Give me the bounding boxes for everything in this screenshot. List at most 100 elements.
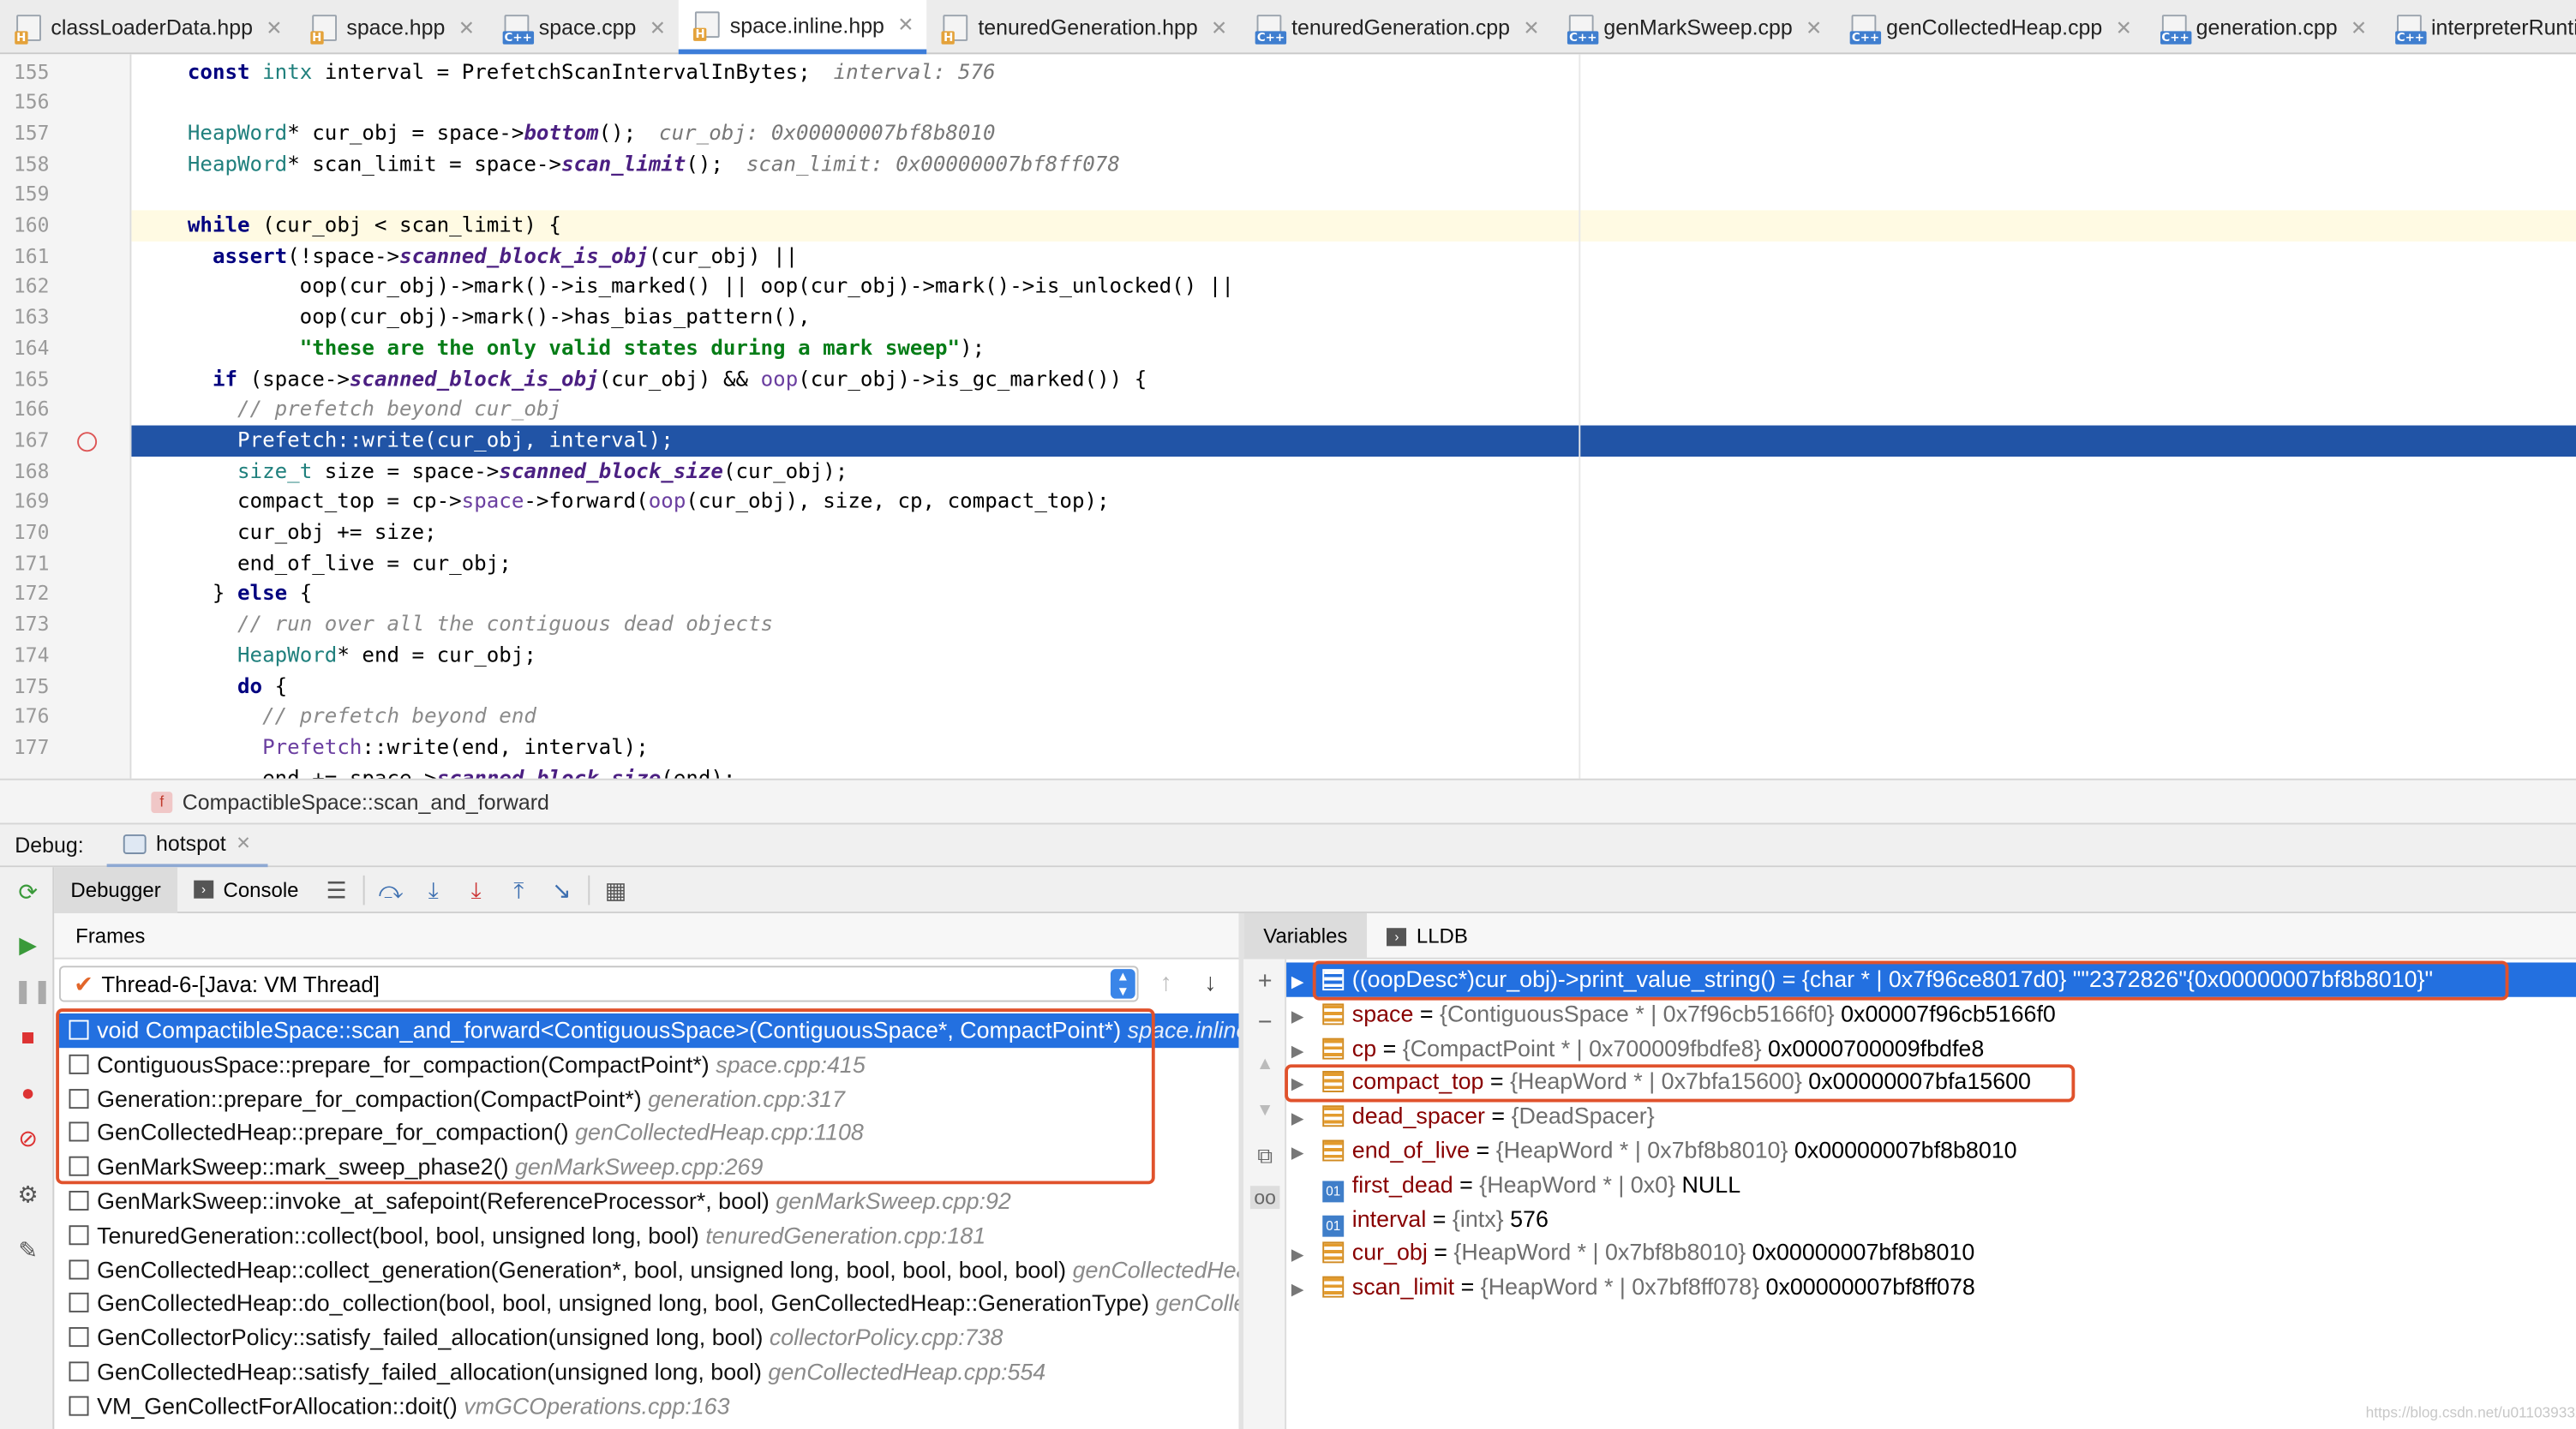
pause-icon[interactable]: ❚❚: [13, 976, 51, 1006]
thread-selector[interactable]: ✔ Thread-6-[Java: VM Thread] ▲ ▼: [59, 966, 1139, 1002]
code-line[interactable]: if (space->scanned_block_is_obj(cur_obj)…: [131, 364, 2576, 395]
breadcrumb-function[interactable]: CompactibleSpace::scan_and_forward: [183, 789, 549, 814]
variable-row[interactable]: ▶ dead_spacer = {DeadSpacer}: [1286, 1099, 2576, 1133]
move-down-icon[interactable]: ▼: [1250, 1101, 1280, 1121]
tab-variables-label: Variables: [1263, 924, 1348, 948]
code-line[interactable]: // run over all the contiguous dead obje…: [131, 609, 2576, 640]
copy-icon[interactable]: ⧉: [1250, 1143, 1280, 1169]
variable-row[interactable]: ▶ cur_obj = {HeapWord * | 0x7bf8b8010} 0x…: [1286, 1235, 2576, 1270]
code-editor[interactable]: const intx interval = PrefetchScanInterv…: [131, 54, 2576, 779]
code-line[interactable]: Prefetch::write(end, interval);: [131, 732, 2576, 763]
code-line[interactable]: compact_top = cp->space->forward(oop(cur…: [131, 487, 2576, 517]
editor-tab[interactable]: C++interpreterRuntime.cpp✕: [2381, 0, 2576, 54]
rerun-icon[interactable]: ⟳: [13, 877, 43, 907]
stack-frame[interactable]: GenCollectorPolicy::satisfy_failed_alloc…: [59, 1321, 1238, 1355]
tab-console[interactable]: › Console: [177, 866, 315, 912]
code-line[interactable]: "these are the only valid states during …: [131, 333, 2576, 364]
editor-tab[interactable]: C++ generation.cpp ✕: [2145, 0, 2380, 54]
resume-icon[interactable]: ▶: [13, 930, 43, 960]
step-out-icon[interactable]: ⤒: [500, 873, 536, 906]
stack-frame[interactable]: GenCollectedHeap::collect_generation(Gen…: [59, 1253, 1238, 1287]
stack-frame[interactable]: VM_GenCollectForAllocation::doit() vmGCO…: [59, 1390, 1238, 1424]
code-line[interactable]: // prefetch beyond cur_obj: [131, 394, 2576, 425]
pin-icon[interactable]: ✎: [13, 1235, 43, 1265]
editor-tab[interactable]: Hspace.hpp ✕: [296, 0, 488, 54]
breadcrumb[interactable]: f CompactibleSpace::scan_and_forward: [0, 778, 2576, 825]
code-line[interactable]: HeapWord* end = cur_obj;: [131, 640, 2576, 671]
code-line[interactable]: end_of_live = cur_obj;: [131, 548, 2576, 579]
stack-frame[interactable]: GenCollectedHeap::do_collection(bool, bo…: [59, 1287, 1238, 1321]
close-icon[interactable]: ✕: [650, 15, 666, 39]
code-line[interactable]: while (cur_obj < scan_limit) {: [131, 210, 2576, 242]
variable-row[interactable]: 01 first_dead = {HeapWord * | 0x0} NULL: [1286, 1168, 2576, 1203]
editor-tab[interactable]: C++ tenuredGeneration.cpp ✕: [1241, 0, 1553, 54]
step-over-icon[interactable]: ⤼: [373, 873, 409, 906]
run-to-cursor-icon[interactable]: ↘: [543, 873, 579, 906]
settings-icon[interactable]: ⚙: [13, 1180, 43, 1210]
variable-row[interactable]: 01 interval = {intx} 576: [1286, 1202, 2576, 1236]
stop-icon[interactable]: ■: [13, 1021, 43, 1051]
code-line[interactable]: [131, 180, 2576, 211]
code-line[interactable]: end += space->scanned_block_size(end);: [131, 763, 2576, 779]
stack-frame[interactable]: GenMarkSweep::invoke_at_safepoint(Refere…: [59, 1184, 1238, 1218]
code-line[interactable]: HeapWord* cur_obj = space->bottom(); cur_…: [131, 118, 2576, 149]
close-icon[interactable]: ✕: [2351, 15, 2367, 39]
editor-tab[interactable]: C++ genMarkSweep.cpp ✕: [1553, 0, 1836, 54]
close-icon[interactable]: ✕: [2116, 15, 2132, 39]
variable-value: 0x00000007bf8b8010: [1794, 1136, 2017, 1163]
tab-debugger[interactable]: Debugger: [54, 866, 177, 913]
editor-tab[interactable]: HclassLoaderData.hpp ✕: [0, 0, 296, 54]
debug-session-tab[interactable]: hotspot ✕: [106, 823, 268, 867]
code-line[interactable]: const intx interval = PrefetchScanInterv…: [131, 57, 2576, 87]
step-into-icon[interactable]: ⤓: [416, 873, 452, 906]
variable-row[interactable]: ▶ cp = {CompactPoint * | 0x700009fbdfe8} …: [1286, 1031, 2576, 1065]
stack-frame[interactable]: GenCollectedHeap::satisfy_failed_allocat…: [59, 1355, 1238, 1390]
close-icon[interactable]: ✕: [1523, 15, 1539, 39]
tab-variables[interactable]: Variables: [1243, 912, 1368, 960]
view-breakpoints-icon[interactable]: ●: [13, 1078, 43, 1108]
variable-row[interactable]: ▶ space = {ContiguousSpace * | 0x7f96cb51…: [1286, 996, 2576, 1031]
frame-icon: [69, 1327, 89, 1348]
code-line[interactable]: size_t size = space->scanned_block_size(…: [131, 456, 2576, 487]
editor-tab-bar: HclassLoaderData.hpp ✕ Hspace.hpp ✕ C++ space…: [0, 0, 2576, 55]
remove-watch-icon[interactable]: −: [1250, 1008, 1280, 1037]
editor-tab[interactable]: HtenuredGeneration.hpp ✕: [927, 0, 1241, 54]
code-line[interactable]: do {: [131, 671, 2576, 702]
editor-tab-label: interpreterRuntime.cpp: [2430, 15, 2576, 40]
menu-icon[interactable]: ☰: [318, 873, 354, 906]
code-line[interactable]: } else {: [131, 579, 2576, 610]
editor-tab[interactable]: C++ genCollectedHeap.cpp ✕: [1836, 0, 2146, 54]
editor-tab[interactable]: C++ space.cpp ✕: [488, 0, 679, 54]
close-icon[interactable]: ✕: [1806, 15, 1822, 39]
code-line[interactable]: oop(cur_obj)->mark()->is_marked() || oop…: [131, 272, 2576, 302]
evaluate-expression-icon[interactable]: ▦: [597, 873, 633, 906]
move-up-icon[interactable]: ▲: [1250, 1055, 1280, 1074]
close-icon[interactable]: ✕: [236, 833, 251, 854]
variable-row[interactable]: ▶ scan_limit = {HeapWord * | 0x7bf8ff078}…: [1286, 1270, 2576, 1304]
mute-breakpoints-icon[interactable]: ⊘: [13, 1123, 43, 1153]
code-line[interactable]: cur_obj += size;: [131, 517, 2576, 548]
add-watch-icon[interactable]: +: [1250, 967, 1280, 996]
code-line[interactable]: // prefetch beyond end: [131, 702, 2576, 732]
chevron-updown-icon[interactable]: ▲ ▼: [1110, 969, 1135, 999]
glasses-icon[interactable]: oo: [1249, 1186, 1280, 1210]
code-line[interactable]: assert(!space->scanned_block_is_obj(cur_…: [131, 241, 2576, 272]
close-icon[interactable]: ✕: [1211, 15, 1227, 39]
frame-down-icon[interactable]: ↓: [1204, 969, 1216, 997]
editor-tab[interactable]: Hspace.inline.hpp ✕: [679, 0, 927, 55]
breakpoint-icon[interactable]: [77, 432, 98, 452]
frame-up-icon[interactable]: ↑: [1159, 969, 1171, 997]
code-line[interactable]: [131, 87, 2576, 118]
force-step-into-icon[interactable]: ⤓: [458, 873, 494, 906]
expand-arrow-icon[interactable]: ▶: [1291, 1275, 1311, 1309]
stack-frame[interactable]: TenuredGeneration::collect(bool, bool, u…: [59, 1218, 1238, 1253]
close-icon[interactable]: ✕: [458, 15, 475, 39]
variable-row[interactable]: ▶ end_of_live = {HeapWord * | 0x7bf8b8010…: [1286, 1133, 2576, 1168]
right-margin-guide: [1579, 54, 1581, 779]
code-line[interactable]: oop(cur_obj)->mark()->has_bias_pattern()…: [131, 302, 2576, 333]
execution-line[interactable]: Prefetch::write(cur_obj, interval);: [131, 425, 2576, 457]
code-line[interactable]: HeapWord* scan_limit = space->scan_limit…: [131, 149, 2576, 180]
tab-lldb[interactable]: › LLDB: [1367, 913, 1487, 960]
close-icon[interactable]: ✕: [897, 13, 914, 36]
close-icon[interactable]: ✕: [266, 15, 282, 39]
